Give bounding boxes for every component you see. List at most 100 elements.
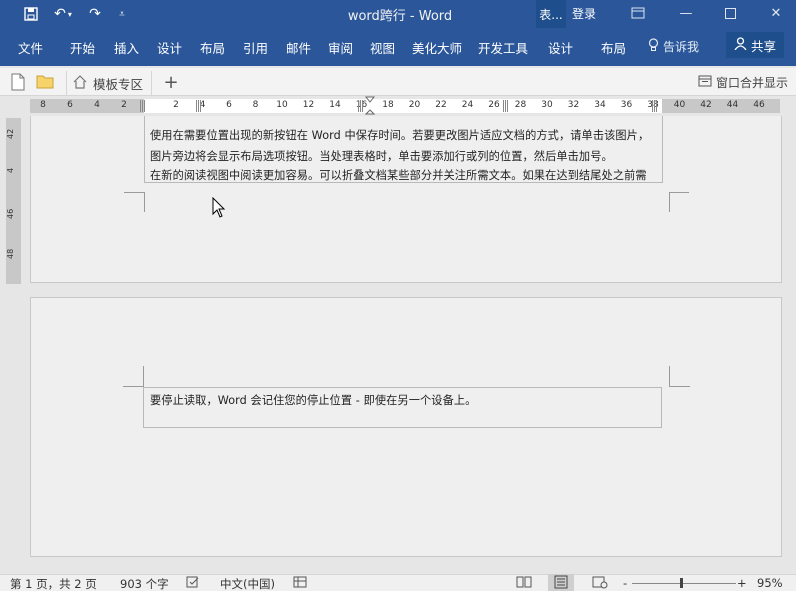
zoom-level[interactable]: 95% — [757, 576, 783, 590]
tab-insert[interactable]: 插入 — [114, 38, 139, 57]
merge-window-label: 窗口合并显示 — [716, 76, 789, 90]
tab-beautify-master[interactable]: 美化大师 — [412, 38, 462, 57]
proofing-icon[interactable] — [186, 575, 200, 591]
vertical-ruler[interactable]: 42 4 46 48 — [6, 118, 21, 284]
vruler-number: 46 — [6, 208, 15, 220]
ruler-number: 8 — [252, 100, 259, 110]
indent-marker[interactable] — [364, 96, 376, 116]
crop-mark — [144, 192, 145, 212]
crop-mark — [669, 366, 670, 387]
zoom-in-button[interactable]: + — [737, 576, 747, 590]
macro-icon[interactable] — [293, 575, 307, 591]
document-page[interactable] — [30, 297, 782, 557]
home-icon — [73, 74, 87, 92]
ruler-number: 20 — [408, 100, 421, 110]
ruler-number: 42 — [700, 100, 712, 110]
ruler-number: 4 — [94, 100, 100, 110]
tab-references[interactable]: 引用 — [243, 38, 268, 57]
ruler-number: 30 — [541, 100, 553, 110]
minimize-icon[interactable]: — — [676, 4, 696, 22]
language[interactable]: 中文(中国) — [220, 576, 275, 591]
new-document-icon[interactable] — [10, 73, 28, 91]
web-layout-icon[interactable] — [592, 575, 608, 591]
ruler-number: 6 — [67, 100, 73, 110]
share-label: 共享 — [750, 38, 776, 54]
tell-me-box[interactable]: 告诉我 — [648, 38, 699, 55]
login-link[interactable]: 登录 — [572, 5, 596, 22]
template-zone-tab[interactable]: 模板专区 — [66, 71, 152, 95]
save-icon[interactable] — [20, 4, 42, 24]
ruler-number: 10 — [276, 100, 288, 110]
column-marker[interactable] — [358, 100, 364, 112]
ruler-number: 26 — [488, 100, 500, 110]
tab-review[interactable]: 审阅 — [328, 38, 353, 57]
tab-mailings[interactable]: 邮件 — [286, 38, 311, 57]
zoom-slider-thumb[interactable] — [680, 578, 683, 588]
mouse-cursor-icon — [212, 196, 226, 219]
ruler-number: 6 — [226, 100, 232, 110]
ruler-number: 14 — [329, 100, 341, 110]
crop-mark — [669, 386, 690, 387]
tab-developer[interactable]: 开发工具 — [478, 38, 528, 57]
crop-mark — [123, 386, 144, 387]
vruler-number: 48 — [6, 248, 15, 260]
lightbulb-icon — [648, 38, 659, 55]
window-icon — [698, 75, 712, 90]
table-text-line[interactable]: 要停止读取，Word 会记住您的停止位置 - 即使在另一个设备上。 — [150, 392, 476, 408]
redo-icon[interactable]: ↷ — [84, 4, 106, 24]
crop-mark — [143, 366, 144, 387]
zoom-out-button[interactable]: - — [623, 576, 627, 590]
ruler-number: 36 — [620, 100, 633, 110]
read-mode-icon[interactable] — [516, 575, 532, 591]
ruler-number: 2 — [173, 100, 179, 110]
maximize-icon[interactable] — [720, 4, 740, 22]
table-text-line[interactable]: 使用在需要位置出现的新按钮在 Word 中保存时间。若要更改图片适应文档的方式，… — [150, 127, 649, 143]
add-tab-button[interactable]: + — [160, 71, 182, 93]
table-tools-label: 表... — [536, 0, 566, 28]
ruler-number: 18 — [382, 100, 394, 110]
tab-home[interactable]: 开始 — [70, 38, 95, 57]
ruler-number: 2 — [121, 100, 127, 110]
crop-mark — [124, 192, 144, 193]
ruler-number: 34 — [594, 100, 606, 110]
left-margin-marker[interactable] — [140, 100, 146, 112]
ruler-number: 46 — [753, 100, 765, 110]
undo-icon[interactable]: ↶ ▾ — [50, 4, 76, 24]
tab-layout[interactable]: 布局 — [200, 38, 225, 57]
ruler-number: 40 — [673, 100, 686, 110]
customize-quick-access-icon[interactable]: ⩡ — [114, 4, 130, 24]
table-text-line[interactable]: 图片旁边将会显示布局选项按钮。当处理表格时，单击要添加行或列的位置，然后单击加号… — [150, 148, 613, 164]
open-folder-icon[interactable] — [36, 73, 54, 91]
horizontal-ruler[interactable]: 8642246810121416182022242628303234363840… — [0, 96, 796, 116]
ruler-number: 22 — [435, 100, 447, 110]
tab-table-layout[interactable]: 布局 — [601, 38, 626, 57]
template-zone-label: 模板专区 — [93, 76, 144, 92]
zoom-slider[interactable] — [632, 583, 736, 584]
tab-view[interactable]: 视图 — [370, 38, 395, 57]
print-layout-icon[interactable] — [548, 574, 574, 591]
right-margin-marker[interactable] — [652, 100, 658, 112]
document-tab-bar: 模板专区 + 窗口合并显示 — [0, 68, 796, 96]
vruler-number: 42 — [6, 128, 15, 140]
ruler-number: 8 — [40, 100, 46, 110]
crop-mark — [669, 192, 670, 212]
ribbon-display-options-icon[interactable] — [628, 4, 648, 22]
column-marker[interactable] — [196, 100, 202, 112]
table-text-line[interactable]: 在新的阅读视图中阅读更加容易。可以折叠文档某些部分并关注所需文本。如果在达到结尾… — [150, 167, 647, 183]
ruler-number: 44 — [726, 100, 739, 110]
share-button[interactable]: 共享 — [726, 32, 784, 58]
merge-window-button[interactable]: 窗口合并显示 — [698, 74, 788, 91]
word-count[interactable]: 903 个字 — [120, 576, 169, 591]
close-icon[interactable]: ✕ — [766, 4, 786, 22]
ruler-number: 28 — [514, 100, 527, 110]
tab-table-design[interactable]: 设计 — [548, 38, 573, 57]
column-marker[interactable] — [503, 100, 509, 112]
title-bar: ↶ ▾ ↷ ⩡ word跨行 - Word 表... 登录 — ✕ — [0, 0, 796, 28]
ruler-number: 24 — [461, 100, 474, 110]
page-count[interactable]: 第 1 页，共 2 页 — [10, 576, 97, 591]
ruler-number: 12 — [302, 100, 315, 110]
document-title: word跨行 - Word — [347, 9, 453, 24]
tab-file[interactable]: 文件 — [18, 38, 43, 57]
ribbon-tabs: 文件 开始 插入 设计 布局 引用 邮件 审阅 视图 美化大师 开发工具 设计 … — [0, 28, 796, 66]
tab-design[interactable]: 设计 — [157, 38, 182, 57]
